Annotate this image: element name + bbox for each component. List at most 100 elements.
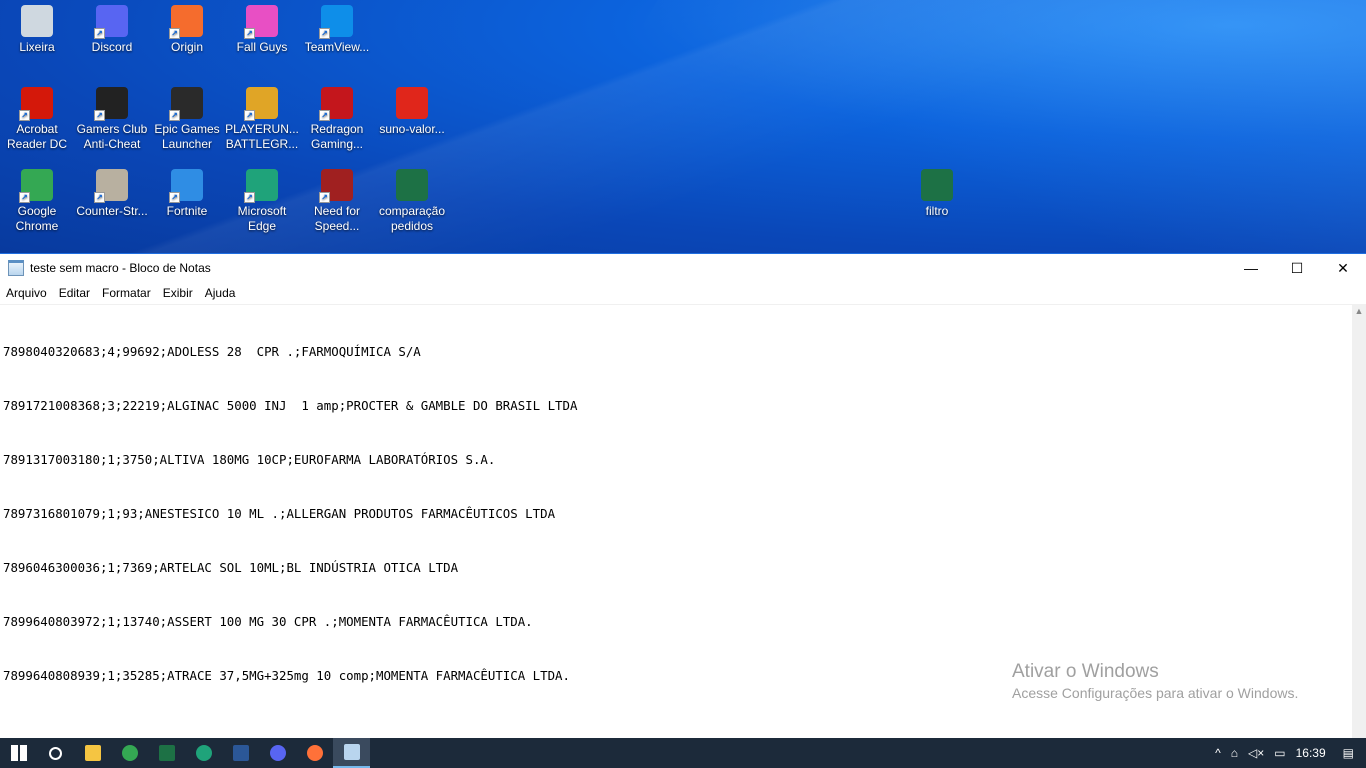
desktop-shortcut-label: Fall Guys: [236, 40, 288, 54]
maximize-button[interactable]: ☐: [1274, 254, 1320, 282]
acrobat-icon: ↗: [19, 87, 53, 121]
minimize-button[interactable]: —: [1228, 254, 1274, 282]
menu-editar[interactable]: Editar: [53, 282, 96, 304]
taskbar-file-explorer-button[interactable]: [74, 738, 111, 768]
menu-exibir[interactable]: Exibir: [157, 282, 199, 304]
start-windows-icon: [10, 745, 27, 761]
epic-games-icon: ↗: [169, 87, 203, 121]
network-icon[interactable]: ⌂: [1226, 746, 1243, 760]
teamviewer-icon: ↗: [319, 5, 353, 39]
desktop-shortcut[interactable]: ↗ Counter-Str...: [75, 169, 149, 219]
menu-ajuda[interactable]: Ajuda: [199, 282, 242, 304]
vertical-scrollbar[interactable]: ▲: [1352, 304, 1366, 738]
tray-chevron-icon[interactable]: ^: [1210, 746, 1226, 760]
desktop-shortcut[interactable]: ↗ Fortnite: [150, 169, 224, 219]
chrome-icon: ↗: [19, 169, 53, 203]
taskbar-firefox-button[interactable]: [296, 738, 333, 768]
desktop-shortcut[interactable]: ↗ Google Chrome: [0, 169, 74, 234]
desktop-shortcut-label: Microsoft Edge: [237, 204, 287, 233]
redragon-icon: ↗: [319, 87, 353, 121]
taskbar-word-button[interactable]: [222, 738, 259, 768]
desktop-shortcut[interactable]: Lixeira: [0, 5, 74, 55]
desktop-shortcut-label: Epic Games Launcher: [154, 122, 220, 151]
desktop-shortcut[interactable]: ↗ Discord: [75, 5, 149, 55]
edge-icon: [195, 745, 212, 761]
desktop-shortcut[interactable]: comparação pedidos: [375, 169, 449, 234]
scroll-up-icon[interactable]: ▲: [1352, 304, 1366, 318]
pubg-icon: ↗: [244, 87, 278, 121]
shortcut-arrow-icon: ↗: [94, 28, 105, 39]
desktop-shortcut[interactable]: ↗ Redragon Gaming...: [300, 87, 374, 152]
taskbar-discord-button[interactable]: [259, 738, 296, 768]
shortcut-arrow-icon: ↗: [94, 110, 105, 121]
desktop-shortcut-label: filtro: [925, 204, 949, 218]
excel-file-icon: [921, 169, 953, 201]
fortnite-icon: ↗: [169, 169, 203, 203]
desktop-shortcut[interactable]: ↗ Epic Games Launcher: [150, 87, 224, 152]
close-button[interactable]: ✕: [1320, 254, 1366, 282]
firefox-icon: [306, 745, 323, 761]
taskbar-search-button[interactable]: [37, 738, 74, 768]
menu-bar: Arquivo Editar Formatar Exibir Ajuda: [0, 282, 1366, 304]
desktop-shortcut-label: Google Chrome: [15, 204, 59, 233]
notepad-icon: [343, 744, 360, 760]
desktop-shortcut-label: Acrobat Reader DC: [6, 122, 68, 151]
desktop-shortcut[interactable]: ↗ PLAYERUN... BATTLEGR...: [225, 87, 299, 152]
shortcut-arrow-icon: ↗: [319, 28, 330, 39]
desktop-shortcut-label: PLAYERUN... BATTLEGR...: [225, 122, 299, 151]
menu-formatar[interactable]: Formatar: [96, 282, 157, 304]
desktop-shortcut-label: TeamView...: [304, 40, 370, 54]
notifications-icon[interactable]: ▤: [1331, 746, 1366, 760]
word-icon: [232, 745, 249, 761]
file-explorer-icon: [84, 745, 101, 761]
taskbar-notepad-button[interactable]: [333, 738, 370, 768]
text-line: 7891721008368;3;22219;ALGINAC 5000 INJ 1…: [3, 398, 578, 413]
desktop-shortcut[interactable]: ↗ Fall Guys: [225, 5, 299, 55]
clock[interactable]: 16:39: [1291, 746, 1331, 760]
volume-mute-icon[interactable]: ◁×: [1243, 746, 1269, 760]
shortcut-arrow-icon: ↗: [19, 110, 30, 121]
desktop-shortcut[interactable]: ↗ Need for Speed...: [300, 169, 374, 234]
text-line: 7897316801079;1;93;ANESTESICO 10 ML .;AL…: [3, 506, 556, 521]
desktop-shortcut-label: Discord: [91, 40, 133, 54]
desktop-shortcut[interactable]: ↗ Acrobat Reader DC: [0, 87, 74, 152]
search-icon: [49, 746, 62, 760]
taskbar-start-windows-button[interactable]: [0, 738, 37, 768]
desktop-shortcut[interactable]: ↗ Origin: [150, 5, 224, 55]
desktop-shortcut[interactable]: suno-valor...: [375, 87, 449, 137]
discord-icon: ↗: [94, 5, 128, 39]
edge-icon: ↗: [244, 169, 278, 203]
desktop-shortcut-label: Fortnite: [166, 204, 208, 218]
display-icon[interactable]: ▭: [1269, 746, 1290, 760]
shortcut-arrow-icon: ↗: [244, 110, 255, 121]
taskbar-edge-button[interactable]: [185, 738, 222, 768]
menu-arquivo[interactable]: Arquivo: [0, 282, 53, 304]
notepad-icon: [8, 260, 24, 276]
shortcut-arrow-icon: ↗: [19, 192, 30, 203]
chrome-icon: [121, 745, 138, 761]
watermark-title: Ativar o Windows: [1012, 661, 1159, 682]
title-bar[interactable]: teste sem macro - Bloco de Notas — ☐ ✕: [0, 254, 1366, 282]
text-line: 7898040320683;4;99692;ADOLESS 28 CPR .;F…: [3, 344, 421, 359]
window-title: teste sem macro - Bloco de Notas: [30, 261, 211, 275]
taskbar-chrome-button[interactable]: [111, 738, 148, 768]
desktop-shortcut[interactable]: ↗ TeamView...: [300, 5, 374, 55]
counter-strike-icon: ↗: [94, 169, 128, 203]
desktop-shortcut[interactable]: ↗ Gamers Club Anti-Cheat: [75, 87, 149, 152]
watermark-subtitle: Acesse Configurações para ativar o Windo…: [1012, 685, 1299, 701]
system-tray: ^ ⌂ ◁× ▭ 16:39 ▤: [1210, 738, 1366, 768]
recycle-bin-icon: [21, 5, 53, 37]
pdf-file-icon: [396, 87, 428, 119]
desktop-shortcut[interactable]: ↗ Microsoft Edge: [225, 169, 299, 234]
taskbar: ^ ⌂ ◁× ▭ 16:39 ▤: [0, 738, 1366, 768]
shortcut-arrow-icon: ↗: [169, 28, 180, 39]
desktop-shortcut[interactable]: filtro: [900, 169, 974, 219]
shortcut-arrow-icon: ↗: [169, 110, 180, 121]
taskbar-excel-button[interactable]: [148, 738, 185, 768]
origin-icon: ↗: [169, 5, 203, 39]
desktop-shortcut-label: Redragon Gaming...: [310, 122, 364, 151]
text-line: 7891317003180;1;3750;ALTIVA 180MG 10CP;E…: [3, 452, 496, 467]
need-for-speed-icon: ↗: [319, 169, 353, 203]
desktop-shortcut-label: Origin: [170, 40, 203, 54]
desktop-shortcut-label: comparação pedidos: [378, 204, 446, 233]
